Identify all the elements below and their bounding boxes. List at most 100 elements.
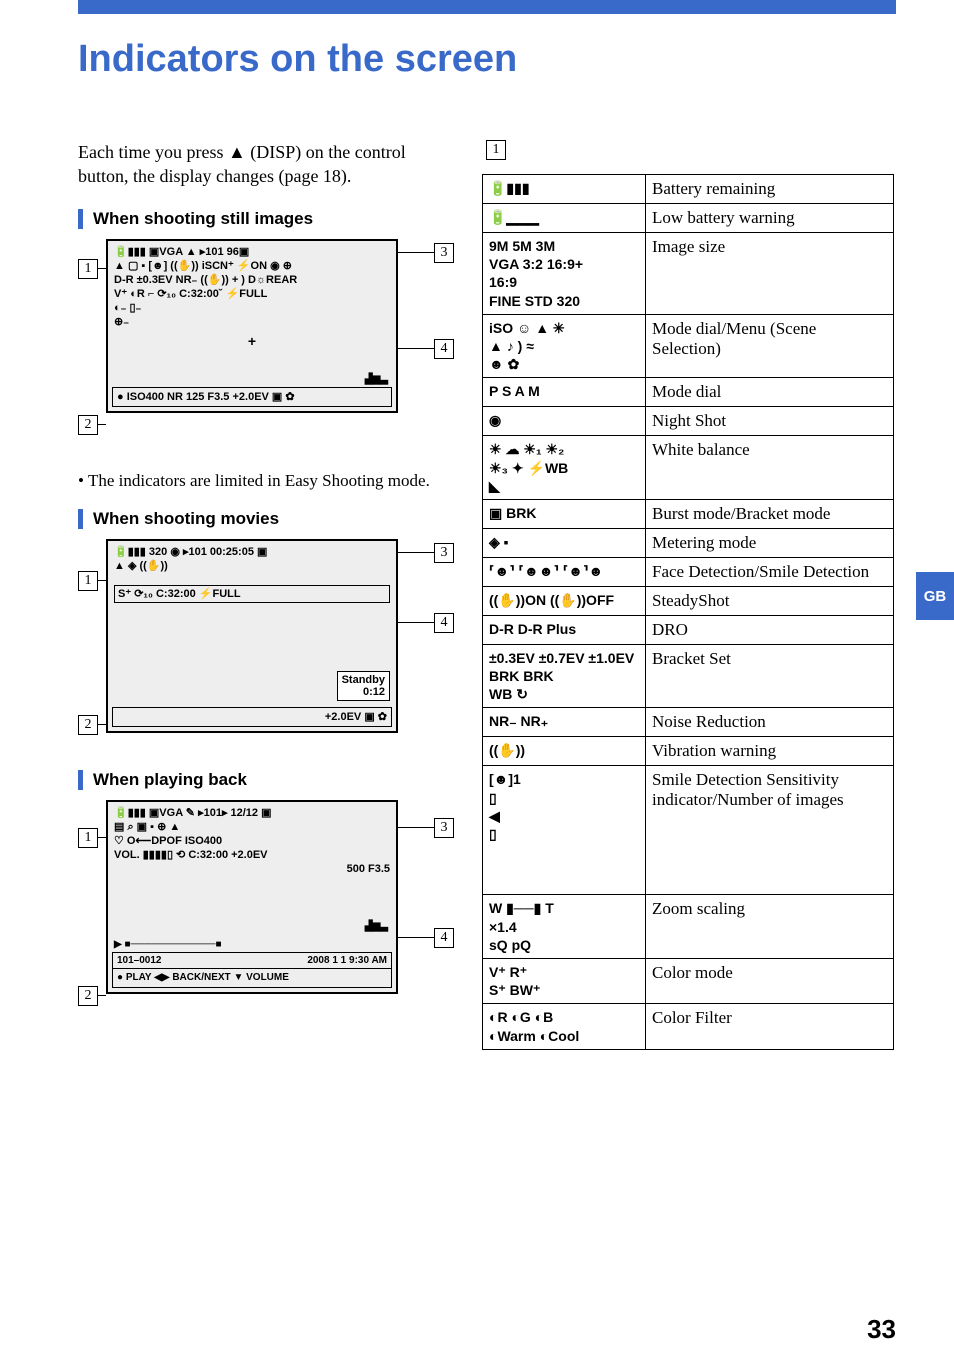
indicator-icon-cell: ◐R ◐G ◐B ◐Warm ◐Cool (483, 1004, 646, 1049)
table-row: NR₋ NR₊Noise Reduction (483, 708, 894, 737)
still-row-4: V⁺ ◐R ⌐ ⟳₁₀ C:32:00˘ ⚡FULL (114, 287, 390, 301)
table-row: ⸢☻⸣ ⸢☻☻⸣ ⸢☻⸣☻Face Detection/Smile Detect… (483, 557, 894, 586)
heading-playback: When playing back (78, 770, 458, 790)
pb-histogram-icon: ▟▆▃ (365, 921, 388, 932)
indicator-icon-cell: iSO ☺ ▲ ✳ ▲ ♪ ) ≈ ☻ ✿ (483, 314, 646, 378)
table-row: iSO ☺ ▲ ✳ ▲ ♪ ) ≈ ☻ ✿Mode dial/Menu (Sce… (483, 314, 894, 378)
indicator-desc-cell: Mode dial (646, 378, 894, 407)
still-row-2: ▲ ▢ ▪ [☻] ((✋)) iSCN⁺ ⚡ON ◉ ⊕ (114, 259, 390, 273)
pb-info-bar: 101–0012 2008 1 1 9:30 AM (112, 952, 392, 969)
callout-2-p: 2 (78, 986, 98, 1006)
indicator-icon-cell: ((✋)) (483, 737, 646, 766)
table-row: ☀ ☁ ☀₁ ☀₂ ☀₃ ✦ ⚡WB ◣White balance (483, 436, 894, 500)
table-row: ▣ BRKBurst mode/Bracket mode (483, 499, 894, 528)
table-row: 9M 5M 3M VGA 3:2 16:9+ 16:9 FINE STD 320… (483, 233, 894, 315)
page-number: 33 (867, 1314, 896, 1345)
table-row: ((✋))ON ((✋))OFFSteadyShot (483, 586, 894, 615)
indicator-icon-cell: ((✋))ON ((✋))OFF (483, 586, 646, 615)
indicator-desc-cell: Night Shot (646, 407, 894, 436)
diagram-playback: 1 3 4 2 🔋▮▮▮ ▣VGA ✎ ▸101▸ 12/12 ▣ ▤ ⌕ ▣ … (78, 800, 458, 1030)
indicator-icon-cell: 🔋▁▁▁ (483, 204, 646, 233)
callout-4-p: 4 (434, 928, 454, 948)
still-row-5: ◐₋ ▯₋ (114, 301, 390, 315)
mov-row-3: S⁺ ⟳₁₀ C:32:00 ⚡FULL (114, 585, 390, 603)
group-1-marker: 1 (486, 140, 506, 160)
indicator-icon-cell: P S A M (483, 378, 646, 407)
indicator-desc-cell: SteadyShot (646, 586, 894, 615)
right-column: 1 🔋▮▮▮Battery remaining🔋▁▁▁Low battery w… (482, 140, 894, 1050)
note-bullet: • The indicators are limited in Easy Sho… (78, 470, 458, 493)
still-row-top: 🔋▮▮▮ ▣VGA ▲ ▸101 96▣ (114, 245, 390, 259)
callout-1: 1 (78, 259, 98, 279)
indicator-icon-cell: W ▮──▮ T ×1.4 sQ pQ (483, 895, 646, 959)
indicator-icon-cell: 9M 5M 3M VGA 3:2 16:9+ 16:9 FINE STD 320 (483, 233, 646, 315)
header-bar (78, 0, 896, 14)
indicator-icon-cell: NR₋ NR₊ (483, 708, 646, 737)
indicator-desc-cell: Bracket Set (646, 644, 894, 708)
callout-3-p: 3 (434, 818, 454, 838)
indicator-desc-cell: Smile Detection Sensitivity indicator/Nu… (646, 766, 894, 895)
indicator-desc-cell: Metering mode (646, 528, 894, 557)
pb-progress: ▶ ■────────────■ (114, 938, 390, 952)
callout-4: 4 (434, 339, 454, 359)
pb-row-3: ♡ O⟵DPOF ISO400 (114, 834, 390, 848)
table-row: ◈ ▪Metering mode (483, 528, 894, 557)
table-row: P S A MMode dial (483, 378, 894, 407)
table-row: ±0.3EV ±0.7EV ±1.0EV BRK BRK WB ↻Bracket… (483, 644, 894, 708)
movie-screen: 🔋▮▮▮ 320 ◉ ▸101 00:25:05 ▣ ▲ ◈ ((✋)) S⁺ … (106, 539, 398, 733)
table-row: D-R D-R PlusDRO (483, 615, 894, 644)
table-row: 🔋▮▮▮Battery remaining (483, 175, 894, 204)
indicator-icon-cell: ◈ ▪ (483, 528, 646, 557)
indicator-desc-cell: Noise Reduction (646, 708, 894, 737)
still-screen: 🔋▮▮▮ ▣VGA ▲ ▸101 96▣ ▲ ▢ ▪ [☻] ((✋)) iSC… (106, 239, 398, 413)
indicator-icon-cell: [☻]1 ▯ ◀ ▯ (483, 766, 646, 895)
table-row: ((✋))Vibration warning (483, 737, 894, 766)
mov-bottom-bar: +2.0EV ▣ ✿ (112, 707, 392, 727)
callout-1-m: 1 (78, 571, 98, 591)
callout-3-m: 3 (434, 543, 454, 563)
pb-row-4: VOL. ▮▮▮▮▯ ⟲ C:32:00 +2.0EV (114, 848, 390, 862)
table-row: [☻]1 ▯ ◀ ▯Smile Detection Sensitivity in… (483, 766, 894, 895)
indicator-desc-cell: Mode dial/Menu (Scene Selection) (646, 314, 894, 378)
indicators-table: 🔋▮▮▮Battery remaining🔋▁▁▁Low battery war… (482, 174, 894, 1050)
indicator-icon-cell: ◉ (483, 407, 646, 436)
crosshair: + (114, 333, 390, 349)
side-tab: GB (916, 572, 954, 620)
callout-1-p: 1 (78, 828, 98, 848)
table-row: V⁺ R⁺ S⁺ BW⁺Color mode (483, 959, 894, 1004)
diagram-still: 1 3 4 2 🔋▮▮▮ ▣VGA ▲ ▸101 96▣ ▲ ▢ ▪ [☻] (… (78, 239, 458, 454)
callout-3: 3 (434, 243, 454, 263)
callout-2-m: 2 (78, 715, 98, 735)
still-row-3: D-R ±0.3EV NR₋ ((✋)) + ) D☼REAR (114, 273, 390, 287)
mov-row-top: 🔋▮▮▮ 320 ◉ ▸101 00:25:05 ▣ (114, 545, 390, 559)
page-title: Indicators on the screen (78, 38, 517, 81)
indicator-desc-cell: Color mode (646, 959, 894, 1004)
indicator-desc-cell: Image size (646, 233, 894, 315)
indicator-desc-cell: White balance (646, 436, 894, 500)
indicator-icon-cell: D-R D-R Plus (483, 615, 646, 644)
left-column: Each time you press ▲ (DISP) on the cont… (78, 140, 458, 1046)
pb-controls-bar: ● PLAY ◀▶ BACK/NEXT ▼ VOLUME (112, 969, 392, 988)
indicator-desc-cell: Low battery warning (646, 204, 894, 233)
indicator-icon-cell: 🔋▮▮▮ (483, 175, 646, 204)
indicator-desc-cell: Burst mode/Bracket mode (646, 499, 894, 528)
histogram-icon: ▟▆▃ (365, 374, 388, 385)
indicator-desc-cell: Color Filter (646, 1004, 894, 1049)
heading-movies: When shooting movies (78, 509, 458, 529)
pb-row-2: ▤ ⌕ ▣ ▪ ⊕ ▲ (114, 820, 390, 834)
playback-screen: 🔋▮▮▮ ▣VGA ✎ ▸101▸ 12/12 ▣ ▤ ⌕ ▣ ▪ ⊕ ▲ ♡ … (106, 800, 398, 994)
indicator-icon-cell: ☀ ☁ ☀₁ ☀₂ ☀₃ ✦ ⚡WB ◣ (483, 436, 646, 500)
indicator-icon-cell: ▣ BRK (483, 499, 646, 528)
standby-box: Standby 0:12 (337, 671, 390, 701)
still-row-6: ⊕₋ (114, 315, 390, 329)
intro-text: Each time you press ▲ (DISP) on the cont… (78, 140, 458, 189)
indicator-desc-cell: Face Detection/Smile Detection (646, 557, 894, 586)
mov-row-2: ▲ ◈ ((✋)) (114, 559, 390, 573)
still-bottom-bar: ● ISO400 NR 125 F3.5 +2.0EV ▣ ✿ (112, 387, 392, 407)
table-row: ◉Night Shot (483, 407, 894, 436)
indicator-icon-cell: ±0.3EV ±0.7EV ±1.0EV BRK BRK WB ↻ (483, 644, 646, 708)
heading-still: When shooting still images (78, 209, 458, 229)
note-text: The indicators are limited in Easy Shoot… (88, 470, 430, 493)
table-row: W ▮──▮ T ×1.4 sQ pQZoom scaling (483, 895, 894, 959)
table-row: ◐R ◐G ◐B ◐Warm ◐CoolColor Filter (483, 1004, 894, 1049)
